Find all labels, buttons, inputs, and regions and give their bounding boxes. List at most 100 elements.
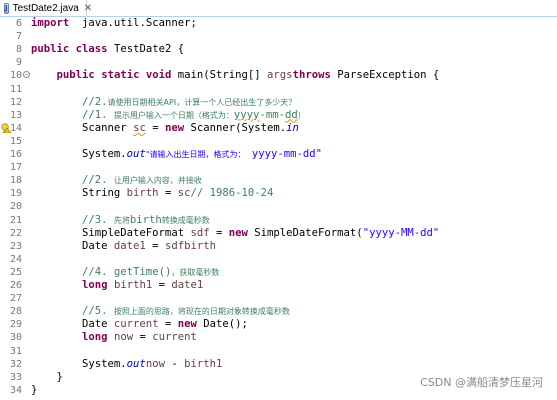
code-token: now (113, 331, 134, 344)
code-token: 让用户输入内容，并接收 (113, 176, 202, 186)
code-token: yyyy-mm-dd" (245, 148, 323, 160)
code-line[interactable]: 9 (0, 56, 557, 69)
fold-collapse-icon[interactable]: − (23, 71, 30, 79)
code-line[interactable]: 15 (0, 135, 557, 148)
code-line[interactable]: 25 //4. getTime()，获取毫秒数 (0, 266, 557, 279)
line-number: 12 (9, 96, 22, 108)
code-editor[interactable]: 6 import java.util.Scanner; 7 8 public class… (0, 17, 557, 400)
code-token: java.util.Scanner; (69, 17, 197, 29)
code-line[interactable]: 21 //3. 先将birth转换成毫秒数 (0, 214, 557, 227)
code-line[interactable]: 22 SimpleDateFormat sdf = new SimpleDate… (0, 227, 557, 240)
code-line[interactable]: 27 (0, 292, 557, 305)
code-token: = (152, 279, 172, 291)
code-line[interactable]: 8 public class TestDate2 { (0, 43, 557, 56)
code-line[interactable]: 30 long now = current (0, 331, 557, 344)
close-icon[interactable]: ✕ (84, 3, 92, 14)
line-number: 32 (9, 358, 22, 370)
code-token: birth (184, 239, 216, 252)
code-token: //5. (82, 305, 114, 318)
code-token: Scanner (31, 121, 134, 134)
code-line[interactable]: 11 (0, 83, 557, 96)
line-number: 31 (9, 345, 22, 357)
code-token: } (31, 383, 38, 396)
line-number: 23 (9, 240, 22, 252)
line-number: 9 (15, 57, 22, 69)
code-line[interactable]: 31 (0, 345, 557, 358)
code-text: } (31, 371, 63, 384)
code-token: 提示用户输入一个日期（格式为： (113, 110, 234, 120)
code-line[interactable]: 32 System.outnow - birth1 (0, 358, 557, 371)
csdn-watermark: CSDN @满船清梦压星河 (420, 376, 543, 389)
code-line[interactable]: 26 long birth1 = date1 (0, 279, 557, 292)
code-token: dd (284, 108, 298, 121)
code-token: throws (292, 69, 331, 82)
line-number: 22 (9, 227, 22, 239)
code-line[interactable]: 12 //2.请使用日期相关API，计算一个人已经出生了多少天？ (0, 96, 557, 109)
code-token: new (228, 226, 248, 239)
code-token: System. (31, 148, 127, 160)
code-line[interactable]: 16 System.out"请输入出生日期，格式为： yyyy-mm-dd" (0, 148, 557, 161)
code-token: //4. getTime() (82, 265, 172, 278)
code-token: date1 (113, 239, 146, 252)
line-number: 15 (9, 135, 22, 147)
code-line[interactable]: 13 //1. 提示用户输入一个日期（格式为：yyyy-mm-dd） (0, 109, 557, 122)
code-token: yyyy (233, 108, 260, 121)
code-line[interactable]: 10− public static void main(String[] arg… (0, 69, 557, 82)
code-token: date1 (171, 279, 204, 291)
code-line[interactable]: 24 (0, 253, 557, 266)
code-line[interactable]: 7 (0, 30, 557, 43)
code-line[interactable]: 6 import java.util.Scanner; (0, 17, 557, 30)
code-text: //3. 先将birth转换成毫秒数 (31, 214, 210, 227)
line-number: 16 (9, 149, 22, 160)
code-token: static (101, 69, 140, 82)
line-number: 24 (9, 253, 22, 265)
code-token: current (152, 331, 197, 344)
line-number: 27 (9, 293, 22, 305)
line-number: 26 (9, 280, 22, 291)
line-number: 8 (15, 44, 22, 56)
line-number: 20 (9, 201, 22, 213)
line-number: 21 (9, 214, 22, 226)
code-token: SimpleDateFormat( (247, 226, 363, 239)
code-text: //4. getTime()，获取毫秒数 (31, 266, 219, 279)
line-number: 29 (9, 319, 22, 331)
code-text: //5. 按照上面的思路，将现在的日期对象转换成毫秒数 (31, 305, 290, 318)
code-text: public static void main(String[] argsthr… (31, 69, 440, 82)
code-token: new (177, 318, 197, 331)
code-token: - (164, 357, 185, 370)
code-line[interactable]: 23 Date date1 = sdfbirth (0, 240, 557, 253)
code-text: //2.请使用日期相关API，计算一个人已经出生了多少天？ (31, 96, 296, 109)
code-line[interactable]: 14 Scanner sc = new Scanner(System.in (0, 122, 557, 135)
tab-testdate2-java[interactable]: J TestDate2.java ✕ (0, 0, 92, 16)
code-token: birth (129, 213, 162, 226)
warning-lightbulb-icon[interactable] (1, 123, 11, 133)
code-token: birth (126, 187, 159, 200)
code-token: TestDate2 { (107, 43, 185, 56)
code-token: //2. (82, 174, 114, 187)
code-line[interactable]: 17 (0, 161, 557, 174)
code-token: -mm- (259, 108, 285, 121)
code-token: } (31, 370, 63, 383)
code-line[interactable]: 28 //5. 按照上面的思路，将现在的日期对象转换成毫秒数 (0, 305, 557, 318)
code-token: Date(); (196, 318, 248, 331)
code-line[interactable]: 29 Date current = new Date(); (0, 318, 557, 331)
code-line[interactable]: 19 String birth = sc// 1986-10-24 (0, 187, 557, 200)
code-token: // 1986-10-24 (190, 187, 274, 200)
code-text: SimpleDateFormat sdf = new SimpleDateFor… (31, 227, 439, 240)
code-line[interactable]: 18 //2. 让用户输入内容，并接收 (0, 174, 557, 187)
code-token: public (31, 43, 70, 56)
code-token: sdf (164, 239, 185, 252)
code-text: long birth1 = date1 (31, 279, 203, 292)
code-token: ，获取毫秒数 (171, 267, 220, 277)
code-token: class (75, 43, 108, 56)
code-text: System.outnow - birth1 (31, 358, 222, 371)
code-token: = (158, 187, 178, 200)
code-token: //1. (82, 108, 114, 121)
code-token: = (133, 331, 153, 344)
code-line[interactable]: 20 (0, 200, 557, 213)
code-text: } (31, 384, 37, 397)
line-number: 10 (9, 70, 22, 82)
